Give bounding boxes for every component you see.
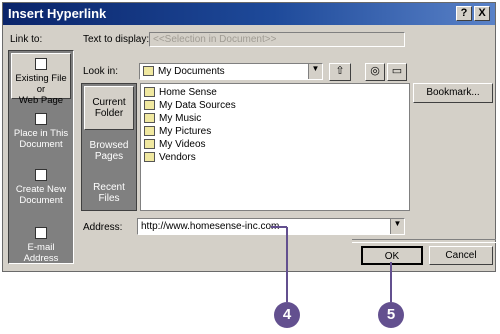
callout-badge-5: 5	[378, 302, 404, 328]
callout-lines	[271, 226, 392, 302]
callout-badge-4: 4	[274, 302, 300, 328]
